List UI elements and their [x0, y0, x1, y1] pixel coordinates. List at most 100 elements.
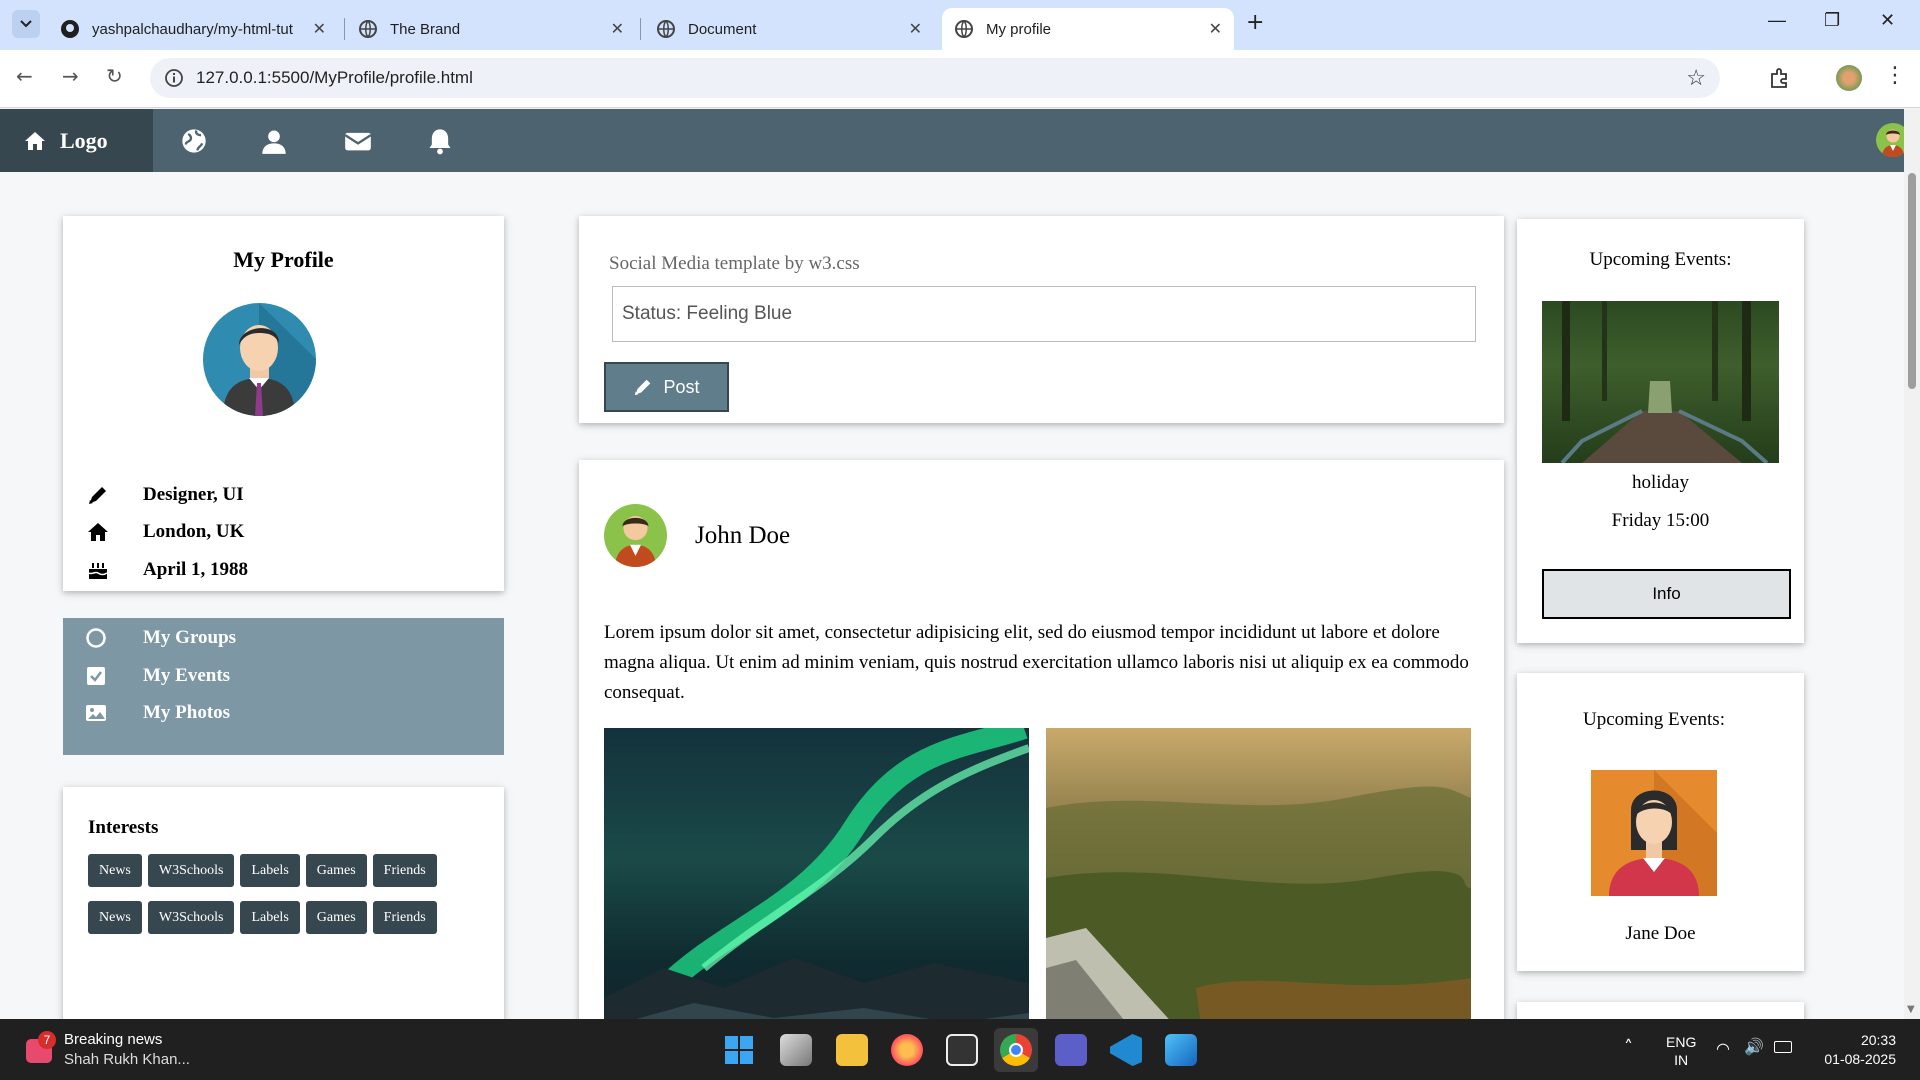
- lang-primary: ENG: [1666, 1034, 1697, 1050]
- video-editor-icon[interactable]: [946, 1034, 978, 1066]
- page-viewport: Logo My Profile Designer, UI London, UK …: [0, 109, 1904, 1019]
- tag[interactable]: Games: [305, 901, 367, 934]
- post-body: Lorem ipsum dolor sit amet, consectetur …: [604, 622, 1469, 703]
- user-icon[interactable]: [260, 127, 288, 155]
- extensions-icon[interactable]: [1768, 67, 1790, 89]
- battery-icon[interactable]: [1774, 1041, 1792, 1053]
- home-icon: [88, 523, 108, 541]
- new-tab-button[interactable]: +: [1246, 10, 1264, 35]
- globe-icon: [359, 20, 377, 38]
- tab-title: My profile: [986, 20, 1052, 38]
- jane-doe-avatar: [1591, 770, 1717, 896]
- github-icon: [61, 20, 79, 38]
- tag[interactable]: News: [88, 854, 142, 887]
- reload-icon[interactable]: ↻: [106, 64, 123, 88]
- menu-item-my-photos[interactable]: My Photos: [85, 702, 230, 724]
- bell-icon[interactable]: [426, 127, 454, 155]
- language-indicator[interactable]: ENG IN: [1666, 1033, 1696, 1069]
- photos-icon[interactable]: [1165, 1034, 1197, 1066]
- menu-item-label: My Photos: [143, 702, 231, 723]
- minimize-button[interactable]: —: [1768, 10, 1786, 31]
- logo-text: Logo: [60, 127, 108, 153]
- clock-time: 20:33: [1860, 1032, 1896, 1048]
- tag[interactable]: Labels: [240, 901, 300, 934]
- chevron-up-icon[interactable]: ˄: [1624, 1037, 1633, 1058]
- task-view-icon[interactable]: [780, 1034, 812, 1066]
- tab-document[interactable]: Document ✕: [644, 8, 934, 50]
- file-explorer-icon[interactable]: [836, 1034, 868, 1066]
- interests-title: Interests: [88, 817, 159, 838]
- jane-doe-name: Jane Doe: [1625, 923, 1696, 944]
- tab-the-brand[interactable]: The Brand ✕: [346, 8, 636, 50]
- tag[interactable]: Labels: [240, 854, 300, 887]
- profile-birthday-text: April 1, 1988: [143, 559, 249, 580]
- status-input[interactable]: [612, 286, 1476, 342]
- close-icon[interactable]: ✕: [909, 19, 922, 39]
- clock[interactable]: 20:33 01-08-2025: [1812, 1031, 1896, 1069]
- tab-search-button[interactable]: [12, 10, 40, 38]
- teams-icon[interactable]: [1055, 1034, 1087, 1066]
- tag[interactable]: Games: [305, 854, 367, 887]
- tab-title: Document: [688, 20, 757, 38]
- logo-link[interactable]: Logo: [0, 109, 153, 172]
- tab-my-profile[interactable]: My profile ✕: [942, 8, 1234, 50]
- volume-icon[interactable]: 🔊: [1744, 1037, 1764, 1056]
- close-icon[interactable]: ✕: [313, 19, 326, 39]
- interests-tags: News W3Schools Labels Games Friends News W3Sc…: [88, 854, 498, 934]
- forward-arrow-icon[interactable]: →: [62, 64, 79, 88]
- event-image-forest-bridge: [1542, 301, 1779, 463]
- profile-birthday: April 1, 1988: [87, 559, 248, 581]
- tab-github[interactable]: yashpalchaudhary/my-html-tut ✕: [48, 8, 338, 50]
- status-composer: Social Media template by w3.css Post: [579, 216, 1504, 423]
- event-info-button[interactable]: Info: [1542, 569, 1791, 619]
- chrome-icon[interactable]: [1000, 1034, 1032, 1066]
- menu-item-my-events[interactable]: My Events: [85, 665, 230, 687]
- restore-button[interactable]: ❐: [1824, 10, 1840, 31]
- event-info-label: Info: [1652, 584, 1681, 603]
- back-arrow-icon[interactable]: ←: [16, 64, 33, 88]
- profile-avatar[interactable]: [1836, 65, 1862, 91]
- tag[interactable]: News: [88, 901, 142, 934]
- star-icon[interactable]: ☆: [1686, 65, 1706, 91]
- page-scrollbar[interactable]: ▼: [1904, 109, 1920, 1019]
- address-bar: ← → ↻ 127.0.0.1:5500/MyProfile/profile.h…: [0, 50, 1920, 108]
- scrollbar-thumb[interactable]: [1908, 173, 1916, 389]
- url-field[interactable]: 127.0.0.1:5500/MyProfile/profile.html ☆: [150, 58, 1720, 98]
- envelope-icon[interactable]: [344, 127, 372, 155]
- avatar[interactable]: [1876, 123, 1904, 157]
- globe-icon[interactable]: [180, 127, 208, 155]
- circle-notch-icon: [86, 628, 106, 648]
- tag[interactable]: Friends: [372, 901, 437, 934]
- firefox-icon[interactable]: [891, 1034, 923, 1066]
- profile-title: My Profile: [233, 247, 334, 272]
- news-badge: 7: [38, 1031, 56, 1049]
- menu-item-label: My Events: [143, 665, 231, 686]
- post-button-label: Post: [663, 376, 700, 397]
- post-author-avatar: [604, 504, 667, 567]
- scroll-down-arrow[interactable]: ▼: [1907, 1004, 1915, 1015]
- menu-item-my-groups[interactable]: My Groups: [85, 627, 236, 649]
- post-image-aurora: [604, 728, 1029, 1019]
- tag[interactable]: W3Schools: [147, 854, 235, 887]
- wifi-icon[interactable]: ◠: [1716, 1039, 1730, 1058]
- url-text: 127.0.0.1:5500/MyProfile/profile.html: [196, 68, 473, 87]
- vscode-icon[interactable]: [1110, 1034, 1142, 1066]
- browser-tab-bar: yashpalchaudhary/my-html-tut ✕ The Brand…: [0, 0, 1920, 50]
- kebab-menu-icon[interactable]: ⋮: [1884, 63, 1906, 88]
- close-icon[interactable]: ✕: [611, 19, 624, 39]
- side-menu: My Groups My Events My Photos: [63, 618, 504, 755]
- start-button[interactable]: [724, 1035, 754, 1065]
- profile-card: My Profile Designer, UI London, UK April…: [63, 216, 504, 591]
- site-info-icon[interactable]: [164, 68, 184, 88]
- tag[interactable]: W3Schools: [147, 901, 235, 934]
- profile-job-text: Designer, UI: [143, 484, 244, 505]
- tab-title: The Brand: [390, 20, 461, 38]
- post-button[interactable]: Post: [604, 362, 729, 412]
- news-subtitle: Shah Rukh Khan...: [64, 1051, 190, 1068]
- close-icon[interactable]: ✕: [1209, 19, 1222, 39]
- news-widget[interactable]: 7 Breaking news Shah Rukh Khan...: [20, 1029, 200, 1073]
- tag[interactable]: Friends: [372, 854, 437, 887]
- close-window-button[interactable]: ✕: [1880, 10, 1895, 31]
- tab-separator: [640, 18, 641, 40]
- event-name: holiday: [1632, 472, 1689, 493]
